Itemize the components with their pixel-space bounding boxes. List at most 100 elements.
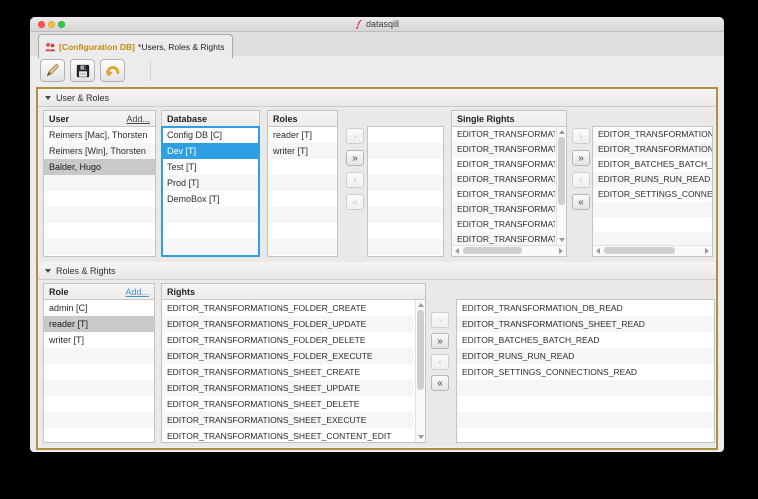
roles-move-left-button[interactable]: ‹	[346, 172, 364, 188]
scroll-right-icon[interactable]	[559, 248, 563, 254]
rights-move-all-right-button[interactable]: »	[572, 150, 590, 166]
horizontal-scrollbar[interactable]	[593, 245, 712, 256]
scroll-left-icon[interactable]	[455, 248, 459, 254]
assign-move-left-button[interactable]: ‹	[431, 354, 449, 370]
list-item[interactable]: EDITOR_TRANSFORMATIONS_SHEET_READ	[457, 316, 714, 332]
main-panel: User & Roles User Add... Reimers [Mac], …	[36, 87, 718, 450]
list-item[interactable]: EDITOR_BATCHES_BATCH_READ	[457, 332, 714, 348]
section-user-roles-header[interactable]: User & Roles	[38, 89, 716, 107]
save-button[interactable]	[70, 59, 95, 82]
list-item[interactable]: EDITOR_TRANSFORMATIONS_SHEET_READ	[593, 142, 712, 157]
scroll-up-icon[interactable]	[559, 130, 565, 134]
list-item[interactable]: EDITOR_TRANSFORMATIONS_SHEET_UPDATE	[162, 380, 414, 396]
edit-button[interactable]	[40, 59, 65, 82]
role-list-body[interactable]: admin [C]reader [T]writer [T]	[44, 300, 154, 442]
list-item[interactable]: Test [T]	[162, 159, 259, 175]
list-item[interactable]: EDITOR_TRANSFORMATIONS_SHEET_DELETE	[452, 217, 555, 232]
chevron-left-icon: ‹	[353, 175, 356, 186]
scrollbar-thumb[interactable]	[417, 310, 424, 390]
scrollbar-thumb[interactable]	[558, 137, 565, 205]
rights-list-body[interactable]: EDITOR_TRANSFORMATIONS_FOLDER_CREATEEDIT…	[162, 300, 414, 442]
list-item[interactable]: Balder, Hugo	[44, 159, 155, 175]
assigned-roles-list-body[interactable]	[368, 127, 443, 256]
single-rights-transfer-buttons: › » ‹ «	[572, 128, 590, 210]
list-item[interactable]: EDITOR_TRANSFORMATIONS_FOLDER_CREATE	[452, 127, 555, 142]
list-filler-row	[44, 364, 154, 380]
list-item[interactable]: EDITOR_RUNS_RUN_READ	[457, 348, 714, 364]
list-item[interactable]: writer [T]	[268, 143, 337, 159]
assigned-single-rights-body[interactable]: EDITOR_TRANSFORMATION_DB_READEDITOR_TRAN…	[593, 127, 712, 245]
vertical-scrollbar[interactable]	[415, 300, 425, 442]
list-item[interactable]: EDITOR_TRANSFORMATIONS_SHEET_EXECUTE	[162, 412, 414, 428]
list-item[interactable]: DemoBox [T]	[162, 191, 259, 207]
list-item[interactable]: EDITOR_TRANSFORMATIONS_SHEET_CREATE	[452, 187, 555, 202]
database-list: Database Config DB [C]Dev [T]Test [T]Pro…	[161, 110, 260, 257]
tab-users-roles-rights[interactable]: [Configuration DB] *Users, Roles & Right…	[38, 34, 233, 58]
add-role-link[interactable]: Add...	[125, 287, 149, 297]
scroll-down-icon[interactable]	[418, 435, 424, 439]
add-user-link[interactable]: Add...	[126, 114, 150, 124]
list-filler-row	[268, 191, 337, 207]
double-chevron-right-icon: »	[352, 153, 358, 164]
rights-move-left-button[interactable]: ‹	[572, 172, 590, 188]
vertical-scrollbar[interactable]	[556, 127, 566, 245]
rights-move-all-left-button[interactable]: «	[572, 194, 590, 210]
list-item[interactable]: reader [T]	[44, 316, 154, 332]
toolbar	[30, 56, 724, 87]
list-item[interactable]: EDITOR_TRANSFORMATIONS_SHEET_UPDATE	[452, 202, 555, 217]
rights-move-right-button[interactable]: ›	[572, 128, 590, 144]
database-column-title: Database	[167, 114, 207, 124]
list-item[interactable]: EDITOR_TRANSFORMATIONS_FOLDER_EXECUTE	[452, 172, 555, 187]
undo-button[interactable]	[100, 59, 125, 82]
list-item[interactable]: EDITOR_TRANSFORMATIONS_SHEET_CONTENT_EDI…	[162, 428, 414, 442]
horizontal-scrollbar[interactable]	[452, 245, 566, 256]
assign-move-right-button[interactable]: ›	[431, 312, 449, 328]
roles-move-all-right-button[interactable]: »	[346, 150, 364, 166]
scroll-down-icon[interactable]	[559, 238, 565, 242]
roles-move-right-button[interactable]: ›	[346, 128, 364, 144]
user-list-body[interactable]: Reimers [Mac], ThorstenReimers [Win], Th…	[44, 127, 155, 256]
list-item[interactable]: Config DB [C]	[162, 127, 259, 143]
list-item[interactable]: EDITOR_TRANSFORMATIONS_FOLDER_DELETE	[452, 157, 555, 172]
list-item[interactable]: EDITOR_TRANSFORMATION_DB_READ	[457, 300, 714, 316]
list-item[interactable]: reader [T]	[268, 127, 337, 143]
scroll-left-icon[interactable]	[596, 248, 600, 254]
list-item[interactable]: EDITOR_TRANSFORMATIONS_FOLDER_DELETE	[162, 332, 414, 348]
assign-move-all-left-button[interactable]: «	[431, 375, 449, 391]
single-rights-list-body[interactable]: EDITOR_TRANSFORMATIONS_FOLDER_CREATEEDIT…	[452, 127, 555, 245]
list-filler-row	[44, 207, 155, 223]
list-item[interactable]: EDITOR_BATCHES_BATCH_READ	[593, 157, 712, 172]
scroll-up-icon[interactable]	[418, 303, 424, 307]
list-item[interactable]: EDITOR_TRANSFORMATIONS_FOLDER_CREATE	[162, 300, 414, 316]
list-item[interactable]: Reimers [Win], Thorsten	[44, 143, 155, 159]
list-item[interactable]: EDITOR_TRANSFORMATIONS_FOLDER_UPDATE	[162, 316, 414, 332]
list-item[interactable]: EDITOR_TRANSFORMATIONS_FOLDER_UPDATE	[452, 142, 555, 157]
window-titlebar[interactable]: datasqill	[30, 17, 724, 32]
scrollbar-thumb[interactable]	[604, 247, 675, 254]
list-item[interactable]: EDITOR_SETTINGS_CONNECTIONS_READ	[457, 364, 714, 380]
list-item[interactable]: writer [T]	[44, 332, 154, 348]
database-list-body[interactable]: Config DB [C]Dev [T]Test [T]Prod [T]Demo…	[162, 127, 259, 256]
assigned-single-rights-list: EDITOR_TRANSFORMATION_DB_READEDITOR_TRAN…	[592, 126, 713, 257]
list-item[interactable]: EDITOR_TRANSFORMATIONS_SHEET_CREATE	[162, 364, 414, 380]
list-filler-row	[44, 380, 154, 396]
list-item[interactable]: admin [C]	[44, 300, 154, 316]
list-item[interactable]: EDITOR_TRANSFORMATION_DB_READ	[593, 127, 712, 142]
list-item[interactable]: EDITOR_SETTINGS_CONNECTIONS_READ	[593, 187, 712, 202]
list-item[interactable]: EDITOR_TRANSFORMATIONS_SHEET_EXECUTE	[452, 232, 555, 245]
scroll-right-icon[interactable]	[705, 248, 709, 254]
scrollbar-thumb[interactable]	[463, 247, 522, 254]
list-item[interactable]: EDITOR_RUNS_RUN_READ	[593, 172, 712, 187]
pencil-icon	[44, 62, 61, 79]
assigned-rights-body[interactable]: EDITOR_TRANSFORMATION_DB_READEDITOR_TRAN…	[457, 300, 714, 442]
roles-move-all-left-button[interactable]: «	[346, 194, 364, 210]
roles-list-body[interactable]: reader [T]writer [T]	[268, 127, 337, 256]
list-item[interactable]: Prod [T]	[162, 175, 259, 191]
assign-move-all-right-button[interactable]: »	[431, 333, 449, 349]
list-item[interactable]: Dev [T]	[162, 143, 259, 159]
list-item[interactable]: Reimers [Mac], Thorsten	[44, 127, 155, 143]
chevron-left-icon: ‹	[579, 175, 582, 186]
section-roles-rights-header[interactable]: Roles & Rights	[38, 262, 716, 280]
list-item[interactable]: EDITOR_TRANSFORMATIONS_SHEET_DELETE	[162, 396, 414, 412]
list-item[interactable]: EDITOR_TRANSFORMATIONS_FOLDER_EXECUTE	[162, 348, 414, 364]
